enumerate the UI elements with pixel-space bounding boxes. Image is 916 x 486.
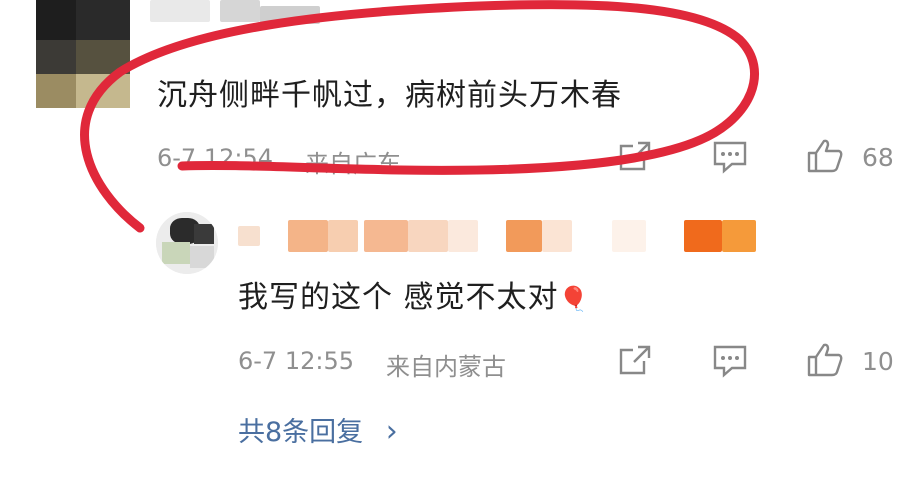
comment-text: 沉舟侧畔千帆过，病树前头万木春: [157, 78, 622, 113]
reply-location: 来自内蒙古: [386, 353, 506, 381]
comment-location: 来自广东: [305, 150, 401, 178]
replier-avatar[interactable]: [156, 212, 218, 274]
reply-text-content: 我写的这个 感觉不太对: [238, 280, 559, 315]
comment-like-count: 68: [862, 143, 894, 172]
like-icon[interactable]: [806, 138, 844, 174]
replier-username-blurred[interactable]: [238, 216, 758, 256]
chevron-right-icon: ›: [385, 414, 398, 449]
reply-timestamp: 6-7 12:55: [238, 347, 354, 375]
commenter-avatar[interactable]: [36, 0, 130, 108]
view-more-replies-link[interactable]: 共8条回复 ›: [238, 410, 398, 449]
like-icon[interactable]: [806, 342, 844, 378]
reply-like-count: 10: [862, 347, 894, 376]
share-icon[interactable]: [618, 344, 652, 376]
more-replies-label: 共8条回复: [238, 417, 364, 448]
share-icon[interactable]: [618, 140, 652, 172]
comment-timestamp: 6-7 12:54: [157, 144, 273, 172]
comment-icon[interactable]: [712, 140, 748, 174]
balloon-emoji: 🎈: [558, 285, 590, 313]
commenter-username-blurred[interactable]: [150, 0, 330, 30]
reply-text: 我写的这个 感觉不太对🎈: [238, 272, 589, 316]
comment-icon[interactable]: [712, 344, 748, 378]
